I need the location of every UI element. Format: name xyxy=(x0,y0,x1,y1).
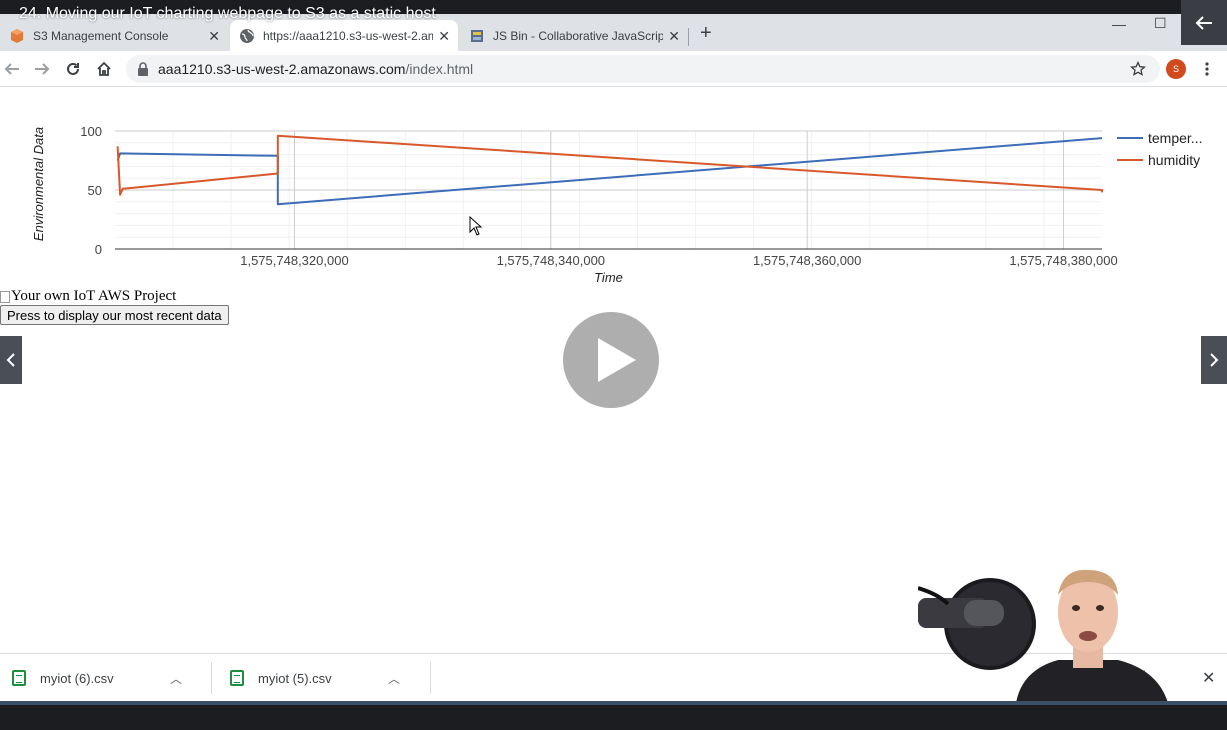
chevron-right-icon xyxy=(1210,353,1219,367)
x-tick-label: 1,575,748,360,000 xyxy=(753,253,861,268)
close-icon[interactable]: ✕ xyxy=(208,28,220,45)
minimize-icon[interactable]: — xyxy=(1112,16,1126,32)
legend-label: temper... xyxy=(1148,130,1202,146)
reload-icon xyxy=(67,62,79,75)
address-bar[interactable]: aaa1210.s3-us-west-2.amazonaws.com/index… xyxy=(126,55,1160,83)
arrow-right-icon xyxy=(35,63,50,75)
url-host: aaa1210.s3-us-west-2.amazonaws.com xyxy=(158,61,406,77)
home-icon xyxy=(97,61,111,76)
arrow-left-icon xyxy=(1195,15,1212,30)
close-icon[interactable]: ✕ xyxy=(668,28,680,45)
chart-legend: temper... humidity xyxy=(1117,130,1202,168)
display-data-button[interactable]: Press to display our most recent data xyxy=(0,305,229,325)
play-icon xyxy=(598,338,636,382)
new-tab-button[interactable]: + xyxy=(700,23,712,43)
download-filename: myiot (6).csv xyxy=(40,670,114,686)
tab-divider xyxy=(688,28,689,46)
back-nav-button[interactable] xyxy=(2,59,22,79)
x-tick-label: 1,575,748,380,000 xyxy=(1009,253,1117,268)
x-tick-label: 1,575,748,340,000 xyxy=(497,253,605,268)
kebab-menu-icon xyxy=(1205,62,1209,76)
back-arrow-button[interactable] xyxy=(1181,0,1227,45)
home-button[interactable] xyxy=(94,59,114,79)
tab-label: https://aaa1210.s3-us-west-2.am xyxy=(263,28,433,43)
reload-button[interactable] xyxy=(63,59,83,79)
download-divider xyxy=(430,662,431,694)
presenter-webcam xyxy=(918,569,1168,703)
y-tick-label: 0 xyxy=(95,242,102,257)
chevron-left-icon xyxy=(6,353,15,367)
download-item[interactable]: myiot (5).csv ︿ xyxy=(230,654,400,702)
tab-s3-site[interactable]: https://aaa1210.s3-us-west-2.am ✕ xyxy=(230,20,458,51)
maximize-icon[interactable]: ☐ xyxy=(1154,15,1167,32)
close-icon[interactable]: ✕ xyxy=(438,28,450,45)
tab-s3-console[interactable]: S3 Management Console ✕ xyxy=(0,20,228,51)
tab-jsbin[interactable]: JS Bin - Collaborative JavaScript D ✕ xyxy=(460,20,688,51)
download-filename: myiot (5).csv xyxy=(258,670,332,686)
series-line xyxy=(116,137,1103,206)
tab-label: JS Bin - Collaborative JavaScript D xyxy=(493,28,663,43)
chevron-up-icon[interactable]: ︿ xyxy=(388,670,400,687)
chart-gridlines xyxy=(115,130,1102,250)
jsbin-icon xyxy=(471,29,483,42)
download-item[interactable]: myiot (6).csv ︿ xyxy=(12,654,182,702)
browser-toolbar: aaa1210.s3-us-west-2.amazonaws.com/index… xyxy=(0,51,1227,87)
previous-lecture-button[interactable] xyxy=(0,336,22,384)
legend-label: humidity xyxy=(1148,152,1200,168)
forward-nav-button[interactable] xyxy=(32,59,52,79)
mouse-cursor-icon xyxy=(469,216,483,236)
spreadsheet-file-icon xyxy=(230,670,244,686)
tab-label: S3 Management Console xyxy=(33,28,169,43)
next-lecture-button[interactable] xyxy=(1201,336,1227,384)
menu-button[interactable] xyxy=(1197,59,1217,79)
download-divider xyxy=(211,662,212,694)
lock-icon xyxy=(138,62,148,76)
x-tick-label: 1,575,748,320,000 xyxy=(240,253,348,268)
y-axis-ticks: 0 50 100 xyxy=(80,124,102,257)
line-chart: 0 50 100 1,575,748,320,000 1,575,748,340,00… xyxy=(31,124,1202,285)
video-footer-bar xyxy=(0,701,1227,730)
series-line xyxy=(116,134,1103,196)
arrow-left-icon xyxy=(4,63,19,75)
aws-s3-icon xyxy=(11,28,23,43)
broken-image-icon xyxy=(0,290,10,303)
url-text: aaa1210.s3-us-west-2.amazonaws.com/index… xyxy=(158,61,473,77)
globe-icon xyxy=(240,28,254,43)
chart-series xyxy=(116,134,1103,206)
chevron-up-icon[interactable]: ︿ xyxy=(170,670,182,687)
image-alt-text: Your own IoT AWS Project xyxy=(11,288,177,304)
spreadsheet-file-icon xyxy=(12,670,26,686)
star-icon[interactable] xyxy=(1130,61,1146,77)
y-tick-label: 50 xyxy=(88,183,102,198)
x-axis-ticks: 1,575,748,320,000 1,575,748,340,000 1,575,… xyxy=(240,253,1118,268)
video-play-button[interactable] xyxy=(563,312,659,408)
video-progress-track xyxy=(0,701,1227,705)
x-axis-title: Time xyxy=(594,270,623,285)
profile-avatar[interactable]: S xyxy=(1166,59,1186,79)
y-tick-label: 100 xyxy=(80,124,102,139)
y-axis-title: Environmental Data xyxy=(31,127,46,241)
broken-image: Your own IoT AWS Project xyxy=(0,288,176,305)
url-path: /index.html xyxy=(405,61,474,77)
lecture-title: 24. Moving our IoT charting webpage to S… xyxy=(19,5,436,22)
